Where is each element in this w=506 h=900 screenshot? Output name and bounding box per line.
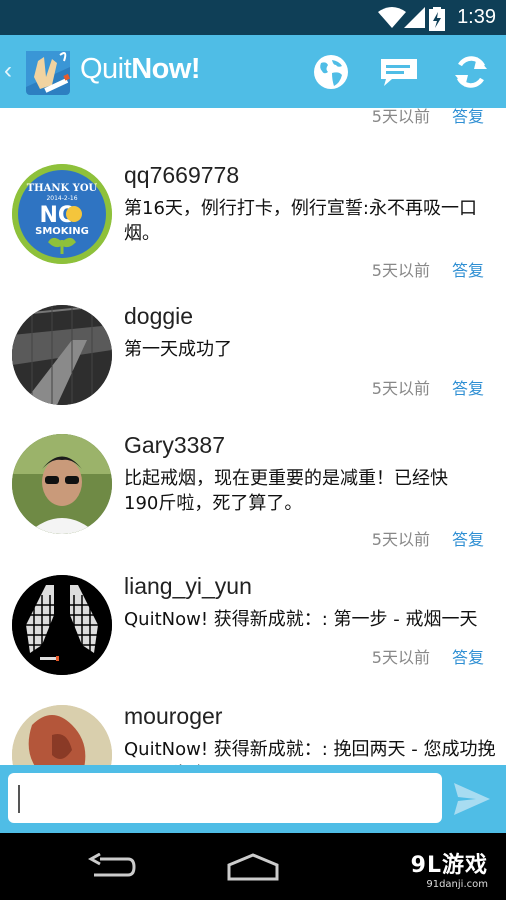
avatar[interactable] — [12, 434, 112, 534]
app-logo-icon[interactable] — [24, 47, 74, 97]
globe-icon[interactable] — [312, 53, 350, 91]
reply-link[interactable]: 答复 — [452, 530, 484, 549]
comment-input[interactable] — [8, 773, 442, 823]
back-icon[interactable] — [88, 853, 136, 881]
refresh-icon[interactable] — [452, 53, 490, 91]
back-chevron-icon[interactable]: ‹ — [4, 57, 12, 85]
avatar-badge-smoking: SMOKING — [35, 226, 89, 237]
comment-text: 比起戒烟，现在更重要的是减重！已经快190斤啦，死了算了。 — [124, 468, 448, 514]
time-ago: 5天以前 — [371, 261, 430, 280]
watermark: 9L游戏 91danji.com — [411, 847, 488, 890]
app-title-bold: Now! — [131, 53, 201, 85]
battery-icon — [429, 7, 445, 31]
username[interactable]: Gary3387 — [124, 432, 225, 459]
avatar-badge-thanks: THANK YOU — [27, 183, 98, 194]
list-item: mouroger QuitNow! 获得新成就：: 挽回两天 - 您成功挽回2天… — [0, 703, 506, 765]
avatar[interactable]: THANK YOU 2014-2-16 NO SMOKING — [12, 164, 112, 264]
time-ago: 5天以前 — [371, 648, 430, 667]
comment-meta: 5天以前 答复 — [372, 375, 484, 399]
watermark-url: 91danji.com — [426, 879, 488, 890]
reply-link[interactable]: 答复 — [452, 648, 484, 667]
comment-meta: 5天以前 答复 — [372, 257, 484, 281]
time-ago: 5天以前 — [371, 108, 430, 126]
username[interactable]: doggie — [124, 303, 193, 330]
system-nav-bar: 9L游戏 91danji.com — [0, 833, 506, 900]
reply-link[interactable]: 答复 — [452, 108, 484, 126]
time-ago: 5天以前 — [371, 530, 430, 549]
comment-meta: 5天以前 答复 — [372, 526, 484, 550]
comment-text: 第16天，例行打卡，例行宣誓:永不再吸一口烟。 — [124, 198, 477, 244]
comment-list[interactable]: 5天以前 答复 THANK YOU 2014-2-16 NO SMOKING qq… — [0, 108, 506, 765]
comment-meta: 5天以前 答复 — [372, 644, 484, 668]
reply-link[interactable]: 答复 — [452, 379, 484, 398]
avatar-badge-date: 2014-2-16 — [46, 195, 77, 202]
avatar[interactable] — [12, 305, 112, 405]
avatar[interactable] — [12, 705, 112, 765]
reply-composer — [0, 765, 506, 833]
avatar[interactable] — [12, 575, 112, 675]
wifi-icon — [378, 7, 406, 28]
comment-text: QuitNow! 获得新成就：: 第一步 - 戒烟一天 — [124, 609, 478, 630]
comment-text: 第一天成功了 — [124, 339, 232, 360]
action-bar: ‹ QuitNow! — [0, 35, 506, 108]
clock: 1:39 — [457, 6, 496, 28]
send-icon[interactable] — [452, 781, 492, 817]
list-item: liang_yi_yun QuitNow! 获得新成就：: 第一步 - 戒烟一天… — [0, 573, 506, 685]
message-icon[interactable] — [380, 53, 418, 91]
list-item: 5天以前 答复 — [0, 108, 506, 138]
list-item: doggie 第一天成功了 5天以前 答复 — [0, 303, 506, 415]
watermark-brand: 9L游戏 — [410, 853, 488, 878]
home-icon[interactable] — [226, 853, 280, 881]
comment-meta: 5天以前 答复 — [372, 108, 484, 127]
signal-icon — [404, 7, 425, 28]
username[interactable]: qq7669778 — [124, 162, 239, 189]
time-ago: 5天以前 — [371, 379, 430, 398]
username[interactable]: liang_yi_yun — [124, 573, 252, 600]
list-item: THANK YOU 2014-2-16 NO SMOKING qq7669778… — [0, 162, 506, 284]
app-title: QuitNow! — [80, 53, 201, 86]
status-bar: 1:39 — [0, 0, 506, 35]
app-title-light: Quit — [80, 53, 132, 85]
username[interactable]: mouroger — [124, 703, 222, 730]
comment-text: QuitNow! 获得新成就：: 挽回两天 - 您成功挽回2天生命 — [124, 739, 496, 765]
reply-link[interactable]: 答复 — [452, 261, 484, 280]
list-item: Gary3387 比起戒烟，现在更重要的是减重！已经快190斤啦，死了算了。 5… — [0, 432, 506, 554]
text-cursor — [18, 785, 20, 813]
